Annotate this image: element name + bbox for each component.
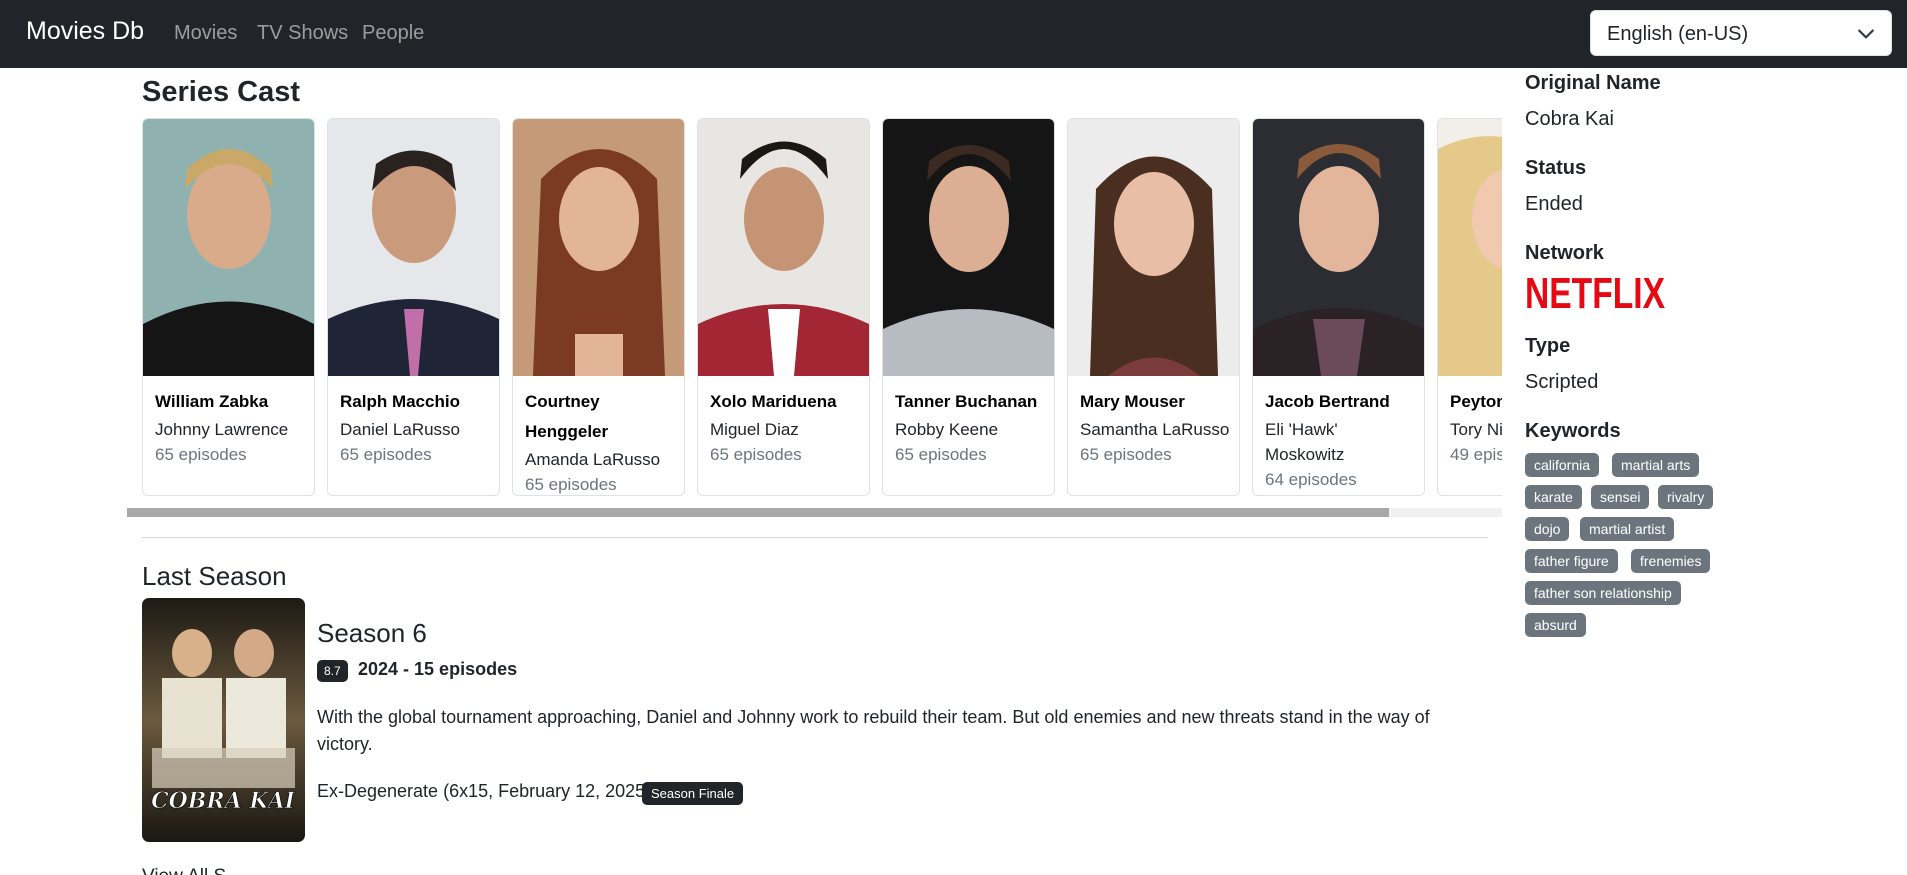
cast-photo (1068, 119, 1239, 376)
keyword-badge[interactable]: karate (1525, 485, 1582, 509)
cast-episodes: 65 episodes (895, 445, 987, 464)
status-value: Ended (1525, 193, 1583, 215)
cast-name: Peyton (1450, 392, 1502, 411)
navbar: Movies Db Movies TV Shows People English… (0, 0, 1907, 68)
cast-episodes: 65 episodes (710, 445, 802, 464)
netflix-logo[interactable]: NETFLIX (1525, 270, 1666, 312)
keyword-badge[interactable]: dojo (1525, 517, 1570, 541)
cast-photo (1253, 119, 1424, 376)
cast-photo (143, 119, 314, 376)
cast-name: Tanner Buchanan (895, 392, 1038, 411)
season-meta: 2024 - 15 episodes (358, 659, 518, 679)
status-label: Status (1525, 157, 1587, 179)
cast-scrollbar-thumb[interactable] (127, 508, 1389, 517)
type-label: Type (1525, 335, 1571, 357)
season-title[interactable]: Season 6 (317, 618, 427, 649)
keyword-badge[interactable]: martial artist (1580, 517, 1675, 541)
cast-episodes: 65 episodes (525, 475, 617, 494)
language-select-value: English (en-US) (1607, 23, 1749, 45)
cast-name: Xolo Mariduena (710, 392, 837, 411)
cast-episodes: 65 episodes (340, 445, 432, 464)
cast-character: Johnny Lawrence (155, 420, 289, 439)
cast-card[interactable]: William Zabka Johnny Lawrence 65 episode… (142, 118, 315, 496)
chevron-down-icon (1858, 29, 1874, 39)
cast-photo (883, 119, 1054, 376)
cast-character: Miguel Diaz (710, 420, 799, 439)
cast-episodes: 64 episodes (1265, 470, 1357, 489)
cast-photo (698, 119, 869, 376)
nav-link-tv-shows[interactable]: TV Shows (257, 22, 348, 45)
keyword-badge[interactable]: california (1525, 453, 1600, 477)
cast-name: Mary Mouser (1080, 392, 1185, 411)
keyword-badge[interactable]: frenemies (1631, 549, 1711, 573)
rating-badge: 8.7 (317, 660, 348, 682)
view-all-seasons-link[interactable]: View All S (142, 866, 226, 875)
cast-name: Jacob Bertrand (1265, 392, 1390, 411)
cast-card[interactable]: Jacob Bertrand Eli 'Hawk' Moskowitz 64 e… (1252, 118, 1425, 496)
cast-photo (513, 119, 684, 376)
season-poster[interactable]: COBRA KAI (142, 598, 305, 842)
season-overview: With the global tournament approaching, … (317, 707, 1430, 754)
cast-name: Courtney Henggeler (525, 392, 609, 441)
keyword-badge[interactable]: absurd (1525, 613, 1586, 637)
cast-photo (1438, 119, 1502, 376)
cast-character: Eli 'Hawk' Moskowitz (1265, 420, 1345, 464)
cast-episodes: 65 episodes (155, 445, 247, 464)
cast-character: Amanda LaRusso (525, 450, 661, 469)
cast-photo (328, 119, 499, 376)
keyword-badge[interactable]: rivalry (1658, 485, 1714, 509)
language-select[interactable]: English (en-US) (1590, 10, 1892, 56)
original-name-value: Cobra Kai (1525, 108, 1614, 130)
cast-character: Robby Keene (895, 420, 999, 439)
keyword-badge[interactable]: father son relationship (1525, 581, 1681, 605)
cast-card[interactable]: Courtney Henggeler Amanda LaRusso 65 epi… (512, 118, 685, 496)
cast-name: William Zabka (155, 392, 269, 411)
keyword-badge[interactable]: father figure (1525, 549, 1618, 573)
cast-card[interactable]: Mary Mouser Samantha LaRusso 65 episodes (1067, 118, 1240, 496)
cast-scroller[interactable]: William Zabka Johnny Lawrence 65 episode… (142, 118, 1502, 498)
keyword-badge[interactable]: sensei (1591, 485, 1650, 509)
cast-character: Samantha LaRusso (1080, 420, 1230, 439)
brand-link[interactable]: Movies Db (26, 17, 144, 46)
cast-character: Tory Ni (1450, 420, 1502, 439)
last-season-heading: Last Season (142, 561, 287, 591)
cast-episodes: 49 epis (1450, 445, 1502, 464)
keyword-badge[interactable]: martial arts (1612, 453, 1700, 477)
cast-character: Daniel LaRusso (340, 420, 461, 439)
keywords-label: Keywords (1525, 420, 1621, 442)
series-cast-heading: Series Cast (142, 76, 300, 108)
nav-link-people[interactable]: People (362, 22, 424, 45)
nav-link-movies[interactable]: Movies (174, 22, 237, 45)
last-episode: Ex-Degenerate (6x15, February 12, 2025) (317, 781, 652, 801)
original-name-label: Original Name (1525, 72, 1661, 94)
type-value: Scripted (1525, 371, 1599, 393)
cast-card[interactable]: Tanner Buchanan Robby Keene 65 episodes (882, 118, 1055, 496)
network-label: Network (1525, 242, 1604, 264)
cast-card[interactable]: Ralph Macchio Daniel LaRusso 65 episodes (327, 118, 500, 496)
cast-card[interactable]: Xolo Mariduena Miguel Diaz 65 episodes (697, 118, 870, 496)
season-finale-badge: Season Finale (642, 782, 744, 805)
cast-card[interactable]: Peyton Tory Ni 49 epis (1437, 118, 1502, 496)
poster-logo-text: COBRA KAI (151, 788, 296, 814)
section-divider (142, 537, 1488, 538)
cast-name: Ralph Macchio (340, 392, 460, 411)
cast-episodes: 65 episodes (1080, 445, 1172, 464)
netflix-logo-text: NETFLIX (1525, 270, 1665, 312)
